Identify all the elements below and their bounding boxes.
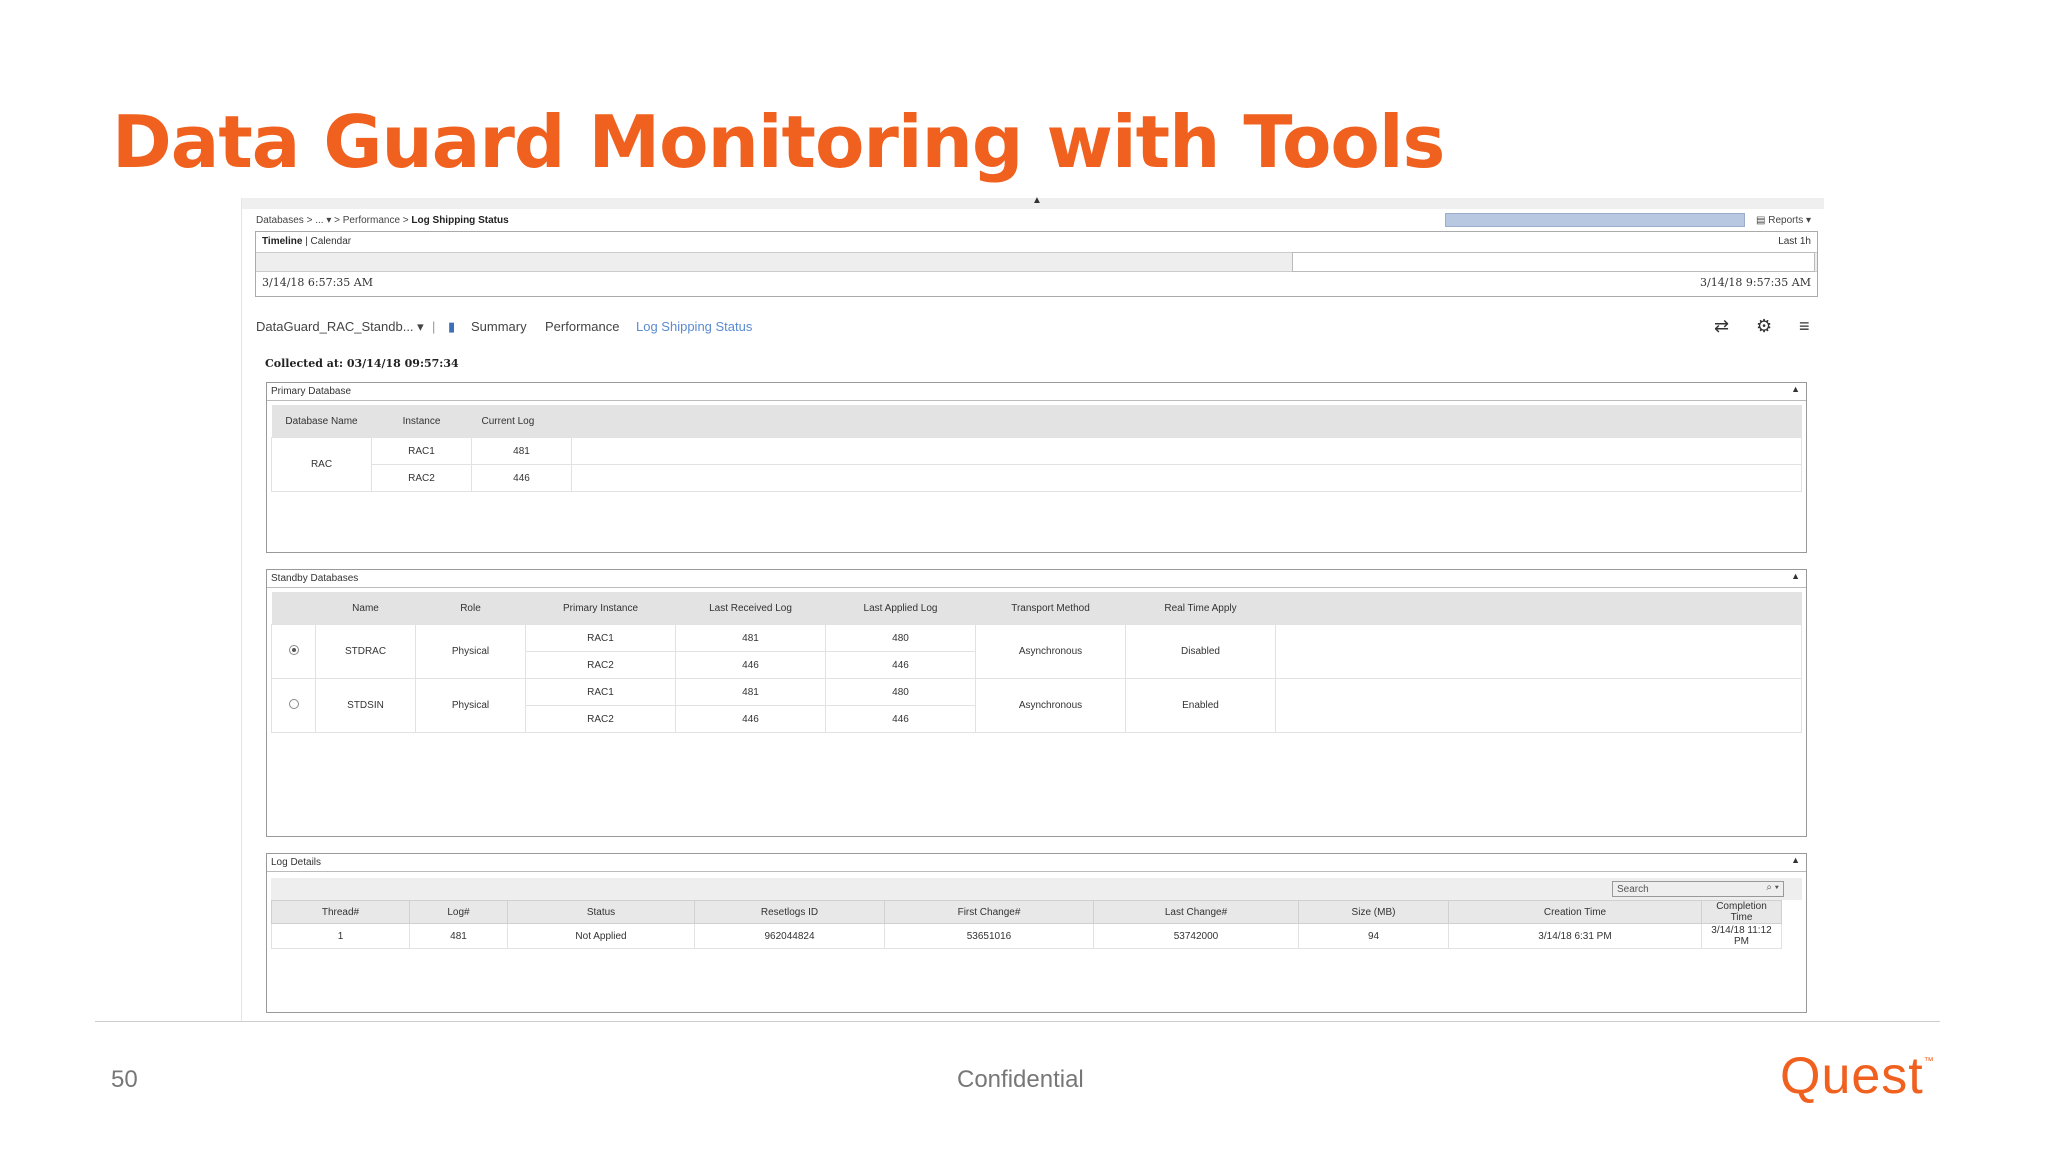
slide-title: Data Guard Monitoring with Tools bbox=[112, 100, 1445, 184]
log-toolbar bbox=[271, 878, 1802, 900]
confidential-label: Confidential bbox=[957, 1066, 1084, 1093]
timeline-panel: Timeline | Calendar Last 1h 3/14/18 6:57… bbox=[255, 231, 1818, 297]
collected-at: Collected at: 03/14/18 09:57:34 bbox=[265, 357, 459, 370]
standby-databases-panel: Standby Databases ▲ Name Role Primary In… bbox=[266, 569, 1807, 837]
reports-icon: ▤ bbox=[1756, 215, 1766, 226]
breadcrumb-databases[interactable]: Databases bbox=[256, 215, 304, 226]
table-row[interactable]: STDRAC Physical RAC1 481 480 Asynchronou… bbox=[271, 624, 1802, 679]
log-details-panel: Log Details ▲ Search ⌕ ▾ Thread# Log# St… bbox=[266, 853, 1807, 1013]
breadcrumb-current: Log Shipping Status bbox=[411, 215, 509, 226]
navbar: DataGuard_RAC_Standb... ▾ | ▮ Summary Pe… bbox=[256, 316, 1810, 337]
collapse-icon[interactable]: ▲ bbox=[1791, 384, 1800, 394]
panel-header: Primary Database ▲ bbox=[267, 383, 1806, 401]
tab-performance[interactable]: Performance bbox=[545, 319, 619, 334]
table-row[interactable]: RAC2 446 bbox=[272, 464, 1802, 492]
search-input[interactable]: Search ⌕ ▾ bbox=[1612, 881, 1784, 897]
primary-table: Database Name Instance Current Log RAC R… bbox=[271, 405, 1802, 492]
breadcrumb: Databases > ... ▾ > Performance > Log Sh… bbox=[256, 215, 509, 226]
gear-icon[interactable]: ⚙ bbox=[1756, 316, 1772, 337]
table-row[interactable]: STDSIN Physical RAC1 481 480 Asynchronou… bbox=[271, 678, 1802, 733]
standby-table: Name Role Primary Instance Last Received… bbox=[271, 592, 1802, 733]
table-row[interactable]: 1 481 Not Applied 962044824 53651016 537… bbox=[271, 923, 1782, 949]
timeline-end-time: 3/14/18 9:57:35 AM bbox=[1699, 276, 1811, 289]
collapse-icon[interactable]: ▲ bbox=[1791, 571, 1800, 581]
breadcrumb-ellipsis[interactable]: ... bbox=[315, 215, 323, 226]
tab-calendar[interactable]: Calendar bbox=[311, 236, 352, 247]
radio-stdsin[interactable] bbox=[288, 699, 299, 709]
refresh-icon[interactable]: ⇄ bbox=[1714, 316, 1729, 337]
timeline-tabs: Timeline | Calendar bbox=[262, 236, 352, 247]
footer-divider bbox=[95, 1021, 1940, 1022]
tab-summary[interactable]: Summary bbox=[471, 319, 527, 334]
app-screenshot: ▲ Databases > ... ▾ > Performance > Log … bbox=[241, 195, 1824, 1022]
breadcrumb-performance[interactable]: Performance bbox=[343, 215, 400, 226]
panel-header: Log Details ▲ bbox=[267, 854, 1806, 872]
primary-database-panel: Primary Database ▲ Database Name Instanc… bbox=[266, 382, 1807, 553]
tab-timeline[interactable]: Timeline bbox=[262, 236, 302, 247]
collapse-arrow-icon[interactable]: ▲ bbox=[1032, 195, 1042, 206]
instance-selector[interactable]: DataGuard_RAC_Standb... ▾ bbox=[256, 319, 424, 335]
radio-stdrac[interactable] bbox=[288, 645, 299, 655]
timeline-start-time: 3/14/18 6:57:35 AM bbox=[262, 276, 374, 289]
overview-icon[interactable]: ▮ bbox=[448, 319, 455, 335]
table-row[interactable]: RAC RAC1 481 bbox=[271, 437, 1802, 492]
menu-icon[interactable]: ≡ bbox=[1799, 316, 1810, 337]
tab-log-shipping-status[interactable]: Log Shipping Status bbox=[636, 319, 752, 334]
quest-logo: Quest™ bbox=[1780, 1047, 1935, 1105]
collapse-icon[interactable]: ▲ bbox=[1791, 855, 1800, 865]
search-icon[interactable]: ⌕ ▾ bbox=[1766, 882, 1779, 893]
timeline-selection[interactable] bbox=[1292, 252, 1815, 272]
timeline-range-label[interactable]: Last 1h bbox=[1778, 236, 1811, 247]
time-range-field[interactable] bbox=[1445, 213, 1745, 227]
page-number: 50 bbox=[111, 1066, 138, 1093]
log-details-table: Thread# Log# Status Resetlogs ID First C… bbox=[271, 900, 1782, 949]
reports-menu[interactable]: ▤ Reports ▾ bbox=[1756, 215, 1811, 226]
panel-header: Standby Databases ▲ bbox=[267, 570, 1806, 588]
